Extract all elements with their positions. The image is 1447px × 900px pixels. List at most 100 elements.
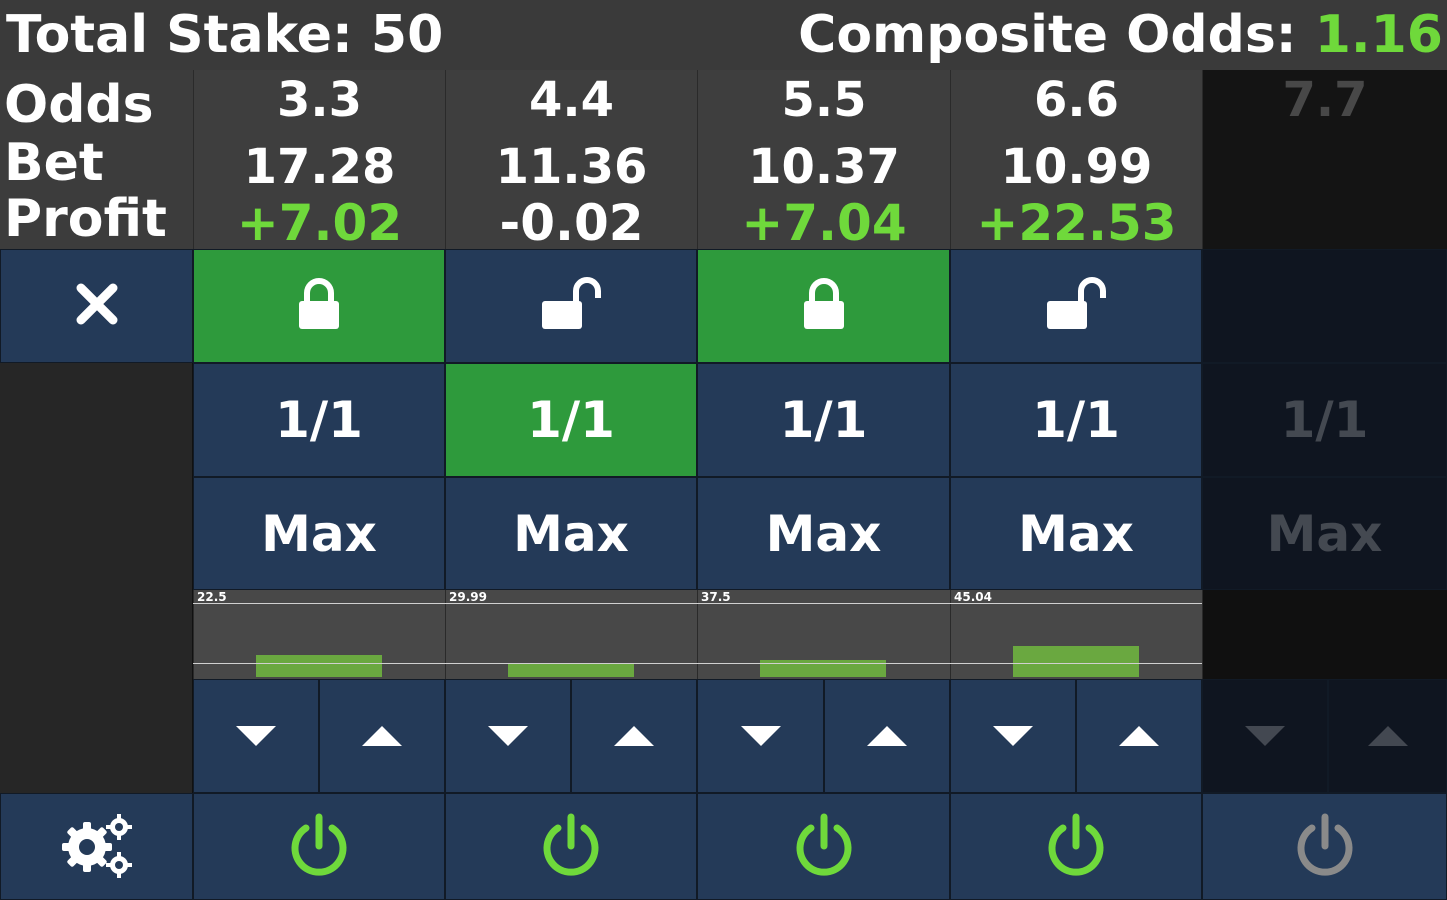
stake-bar-label: 29.99: [449, 590, 487, 604]
triangle-down-icon: [993, 726, 1033, 746]
decrease-button-1[interactable]: [193, 679, 319, 793]
max-label: Max: [261, 504, 377, 563]
left-panel: [0, 363, 193, 793]
power-icon: [793, 812, 855, 882]
lock-toggle-4[interactable]: [950, 249, 1202, 363]
ratio-button-5: 1/1: [1202, 363, 1447, 477]
decrease-button-2[interactable]: [445, 679, 571, 793]
increase-button-3[interactable]: [824, 679, 950, 793]
ratio-label: 1/1: [527, 391, 615, 449]
ratio-label: 1/1: [1280, 391, 1369, 449]
total-stake: Total Stake: 50: [6, 4, 443, 66]
ratio-button-4[interactable]: 1/1: [950, 363, 1202, 477]
composite-odds: Composite Odds: 1.16: [798, 4, 1443, 66]
max-label: Max: [1018, 504, 1134, 563]
remove-button[interactable]: [0, 249, 193, 363]
close-icon: [73, 280, 121, 332]
max-button-5: Max: [1202, 477, 1447, 590]
lock-toggle-2[interactable]: [445, 249, 697, 363]
max-label: Max: [765, 504, 882, 563]
triangle-up-icon: [1367, 726, 1408, 746]
ratio-label: 1/1: [275, 391, 363, 449]
decrease-button-5: [1202, 679, 1328, 793]
stake-bar-fill: [508, 664, 634, 677]
power-button-3[interactable]: [697, 793, 950, 900]
power-icon: [540, 812, 602, 882]
bet-value: 11.36: [495, 139, 648, 195]
ratio-button-3[interactable]: 1/1: [697, 363, 950, 477]
bet-label: Bet: [4, 133, 104, 193]
odds-value: 3.3: [276, 72, 363, 128]
selection-3-summary: 5.5 10.37 +7.04: [697, 70, 950, 252]
increase-button-4[interactable]: [1076, 679, 1202, 793]
triangle-up-icon: [362, 726, 402, 746]
bet-value: 10.99: [1000, 139, 1153, 195]
triangle-down-icon: [1245, 726, 1285, 746]
row-labels: Odds Bet Profit: [0, 70, 193, 249]
lock-closed-icon: [801, 276, 847, 336]
profit-value: -0.02: [499, 194, 644, 252]
increase-button-2[interactable]: [571, 679, 697, 793]
max-button-1[interactable]: Max: [193, 477, 445, 590]
odds-label: Odds: [4, 75, 154, 135]
lock-toggle-1[interactable]: [193, 249, 445, 363]
lock-toggle-5: [1202, 249, 1447, 363]
odds-value: 4.4: [528, 72, 615, 128]
selection-5-summary: 7.7: [1202, 70, 1447, 249]
lock-toggle-3[interactable]: [697, 249, 950, 363]
triangle-up-icon: [1119, 726, 1159, 746]
odds-value: 7.7: [1282, 72, 1368, 128]
decrease-button-3[interactable]: [697, 679, 824, 793]
max-button-2[interactable]: Max: [445, 477, 697, 590]
stake-bar-5: [1202, 590, 1447, 679]
odds-value: 6.6: [1033, 72, 1120, 128]
power-icon: [1294, 812, 1356, 882]
power-button-5[interactable]: [1202, 793, 1447, 900]
selection-1-summary: 3.3 17.28 +7.02: [193, 70, 445, 252]
ratio-label: 1/1: [1032, 391, 1120, 449]
power-button-4[interactable]: [950, 793, 1202, 900]
composite-odds-label: Composite Odds:: [798, 5, 1297, 65]
composite-odds-value: 1.16: [1314, 5, 1443, 65]
power-icon: [1045, 812, 1107, 882]
profit-value: +7.02: [236, 194, 403, 252]
triangle-up-icon: [614, 726, 654, 746]
max-label: Max: [1266, 504, 1383, 563]
odds-value: 5.5: [781, 72, 867, 128]
settings-button[interactable]: [0, 793, 193, 900]
triangle-down-icon: [488, 726, 528, 746]
max-button-4[interactable]: Max: [950, 477, 1202, 590]
power-icon: [288, 812, 350, 882]
max-label: Max: [513, 504, 629, 563]
bet-value: 10.37: [748, 139, 900, 195]
lock-open-icon: [539, 276, 603, 336]
bar-base-line: [193, 663, 1202, 664]
bar-top-line: [193, 603, 1202, 604]
stake-bar-label: 37.5: [701, 590, 731, 604]
profit-value: +22.53: [976, 194, 1177, 252]
ratio-label: 1/1: [779, 391, 868, 449]
total-stake-value: 50: [370, 5, 444, 65]
decrease-button-4[interactable]: [950, 679, 1076, 793]
ratio-button-2[interactable]: 1/1: [445, 363, 697, 477]
triangle-down-icon: [236, 726, 276, 746]
bet-value: 17.28: [243, 139, 396, 195]
stake-bar-label: 22.5: [197, 590, 227, 604]
increase-button-5: [1328, 679, 1447, 793]
lock-open-icon: [1044, 276, 1108, 336]
ratio-button-1[interactable]: 1/1: [193, 363, 445, 477]
power-button-1[interactable]: [193, 793, 445, 900]
max-button-3[interactable]: Max: [697, 477, 950, 590]
triangle-up-icon: [867, 726, 907, 746]
gears-icon: [57, 809, 137, 885]
lock-closed-icon: [296, 276, 342, 336]
total-stake-label: Total Stake:: [6, 5, 353, 65]
increase-button-1[interactable]: [319, 679, 445, 793]
triangle-down-icon: [740, 726, 781, 746]
selection-4-summary: 6.6 10.99 +22.53: [950, 70, 1202, 252]
profit-label: Profit: [4, 189, 167, 249]
stake-bar-fill: [1013, 646, 1139, 677]
selection-2-summary: 4.4 11.36 -0.02: [445, 70, 697, 252]
power-button-2[interactable]: [445, 793, 697, 900]
profit-value: +7.04: [741, 194, 907, 252]
